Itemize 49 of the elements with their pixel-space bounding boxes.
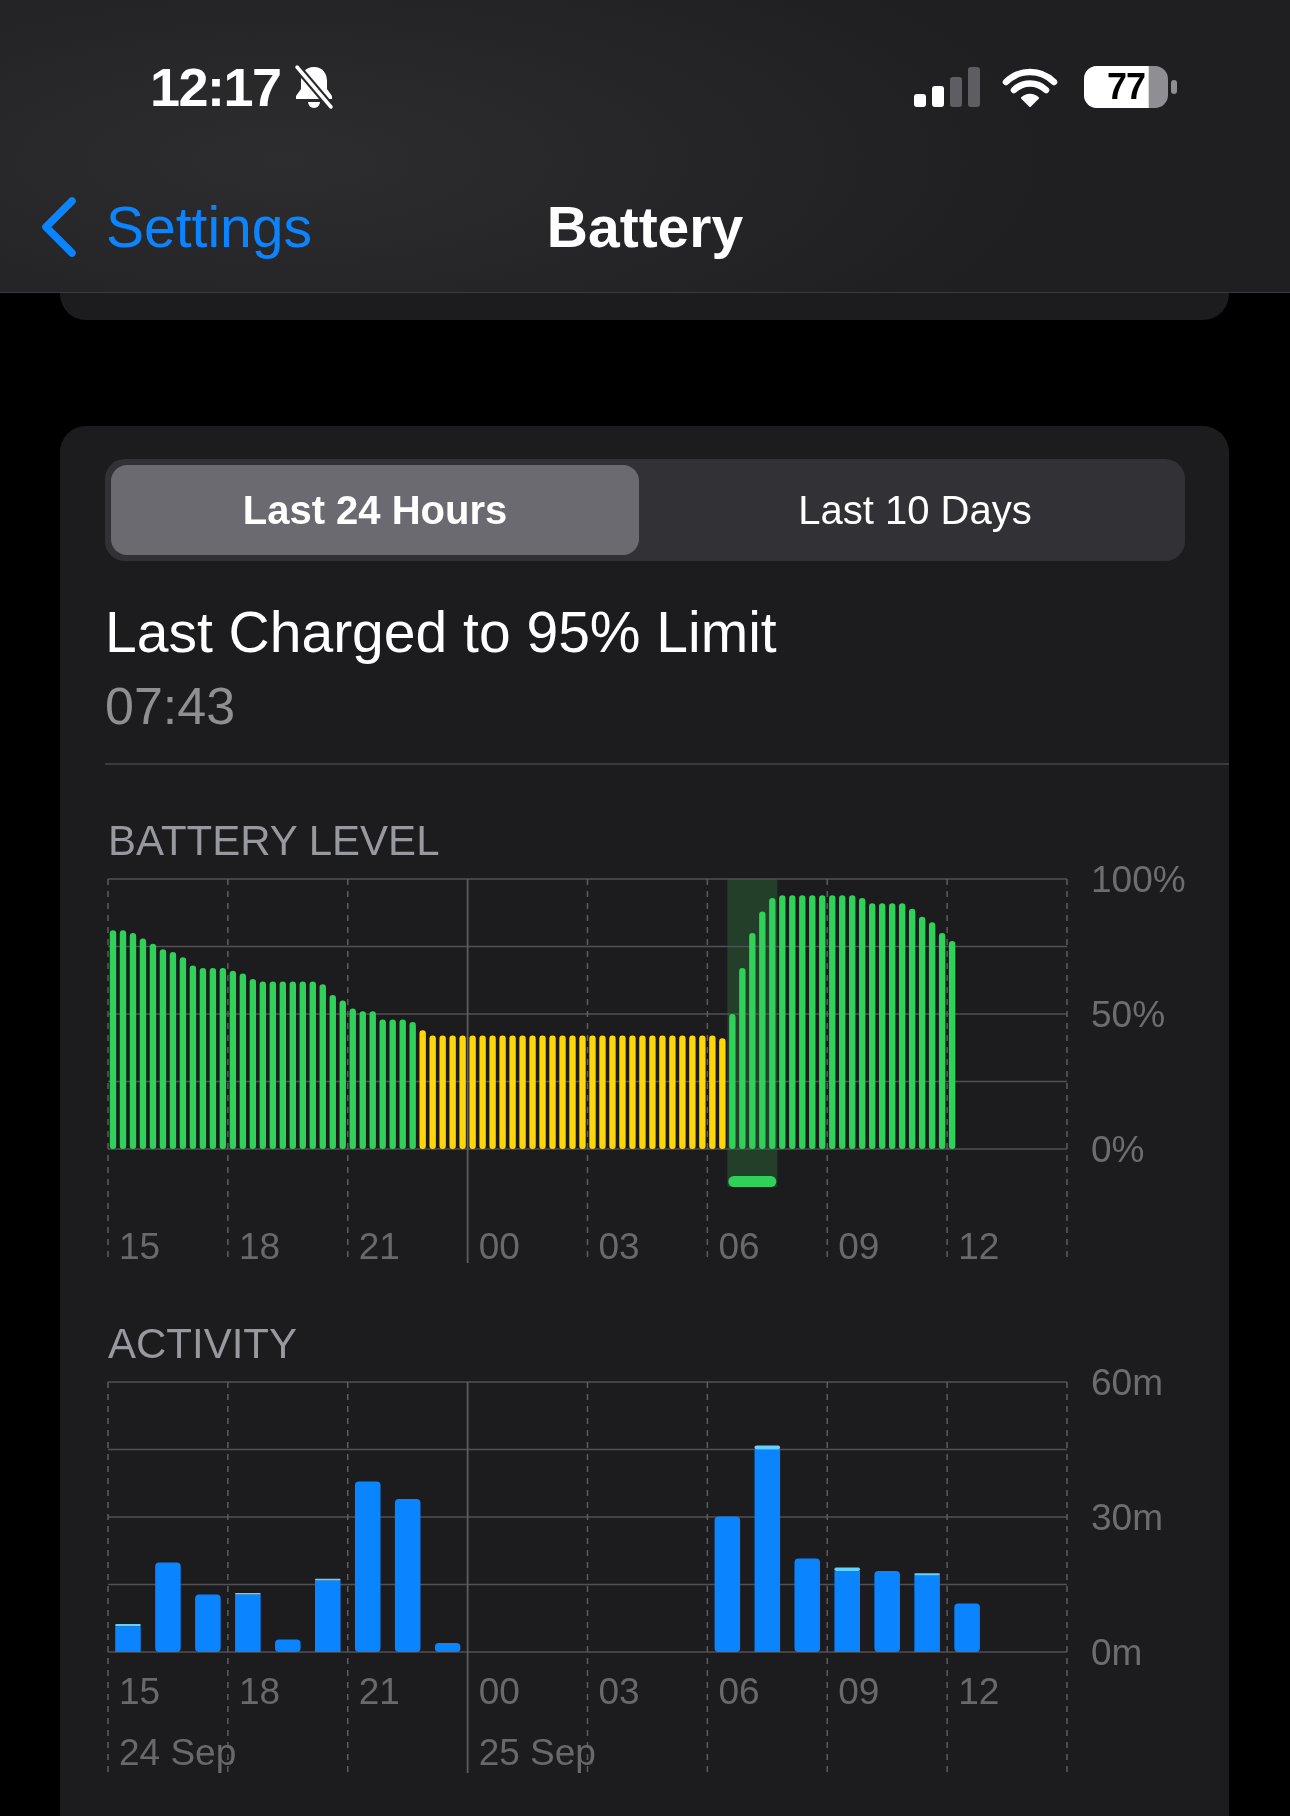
x-axis-label: 12 (958, 1225, 1000, 1266)
nav-title: Battery (546, 193, 744, 260)
x-axis-label: 03 (598, 1670, 640, 1711)
x-axis-label: 03 (598, 1225, 640, 1266)
wifi-icon (1002, 67, 1058, 107)
chevron-left-icon (40, 195, 78, 258)
x-axis-label: 18 (238, 1670, 281, 1711)
charging-indicator (728, 1175, 777, 1187)
y-axis-label: 50% (1091, 993, 1166, 1034)
chart-title: ACTIVITY (108, 1318, 299, 1369)
activity-bar-top (914, 1572, 940, 1575)
x-axis-label: 06 (718, 1225, 760, 1266)
period-tab[interactable]: Last 24 Hours (111, 465, 639, 555)
signal-icon (914, 67, 981, 107)
y-axis-label: 0m (1091, 1631, 1143, 1672)
x-axis-label: 21 (358, 1670, 400, 1711)
battery-percentage: 77 (1107, 66, 1145, 108)
activity-bar (434, 1642, 461, 1652)
activity-bar (275, 1638, 301, 1652)
activity-bar-top (754, 1444, 781, 1449)
x-axis-label: 06 (718, 1670, 760, 1711)
x-axis-label: 15 (119, 1225, 161, 1266)
x-axis-label: 21 (358, 1225, 400, 1266)
period-tab[interactable]: Last 10 Days (651, 465, 1179, 555)
x-axis-label: 18 (238, 1225, 281, 1266)
x-axis-label: 00 (478, 1670, 520, 1711)
y-axis-label: 0% (1091, 1128, 1145, 1169)
x-axis-label: 09 (838, 1670, 880, 1711)
y-axis-label: 100% (1091, 858, 1186, 899)
activity-bar-top (834, 1566, 860, 1571)
back-button[interactable]: Settings (40, 193, 312, 260)
date-label: 24 Sep (119, 1731, 237, 1772)
chart-title: BATTERY LEVEL (108, 815, 441, 866)
x-axis-label: 09 (838, 1225, 880, 1266)
status-time: 12:17 (150, 58, 281, 116)
x-axis-label: 00 (478, 1225, 520, 1266)
y-axis-label: 60m (1091, 1361, 1163, 1402)
activity-bar (195, 1593, 221, 1652)
last-charged-title: Last Charged to 95% Limit (105, 599, 778, 665)
date-label: 25 Sep (478, 1731, 596, 1772)
battery-icon (1084, 66, 1177, 108)
activity-bar (235, 1593, 261, 1652)
last-charged-time: 07:43 (105, 676, 237, 736)
activity-bar (954, 1602, 980, 1652)
activity-bar (115, 1625, 141, 1652)
y-axis-label: 30m (1091, 1496, 1163, 1537)
activity-bar-top (115, 1623, 141, 1626)
x-axis-label: 12 (958, 1670, 1000, 1711)
x-axis-label: 15 (119, 1670, 161, 1711)
